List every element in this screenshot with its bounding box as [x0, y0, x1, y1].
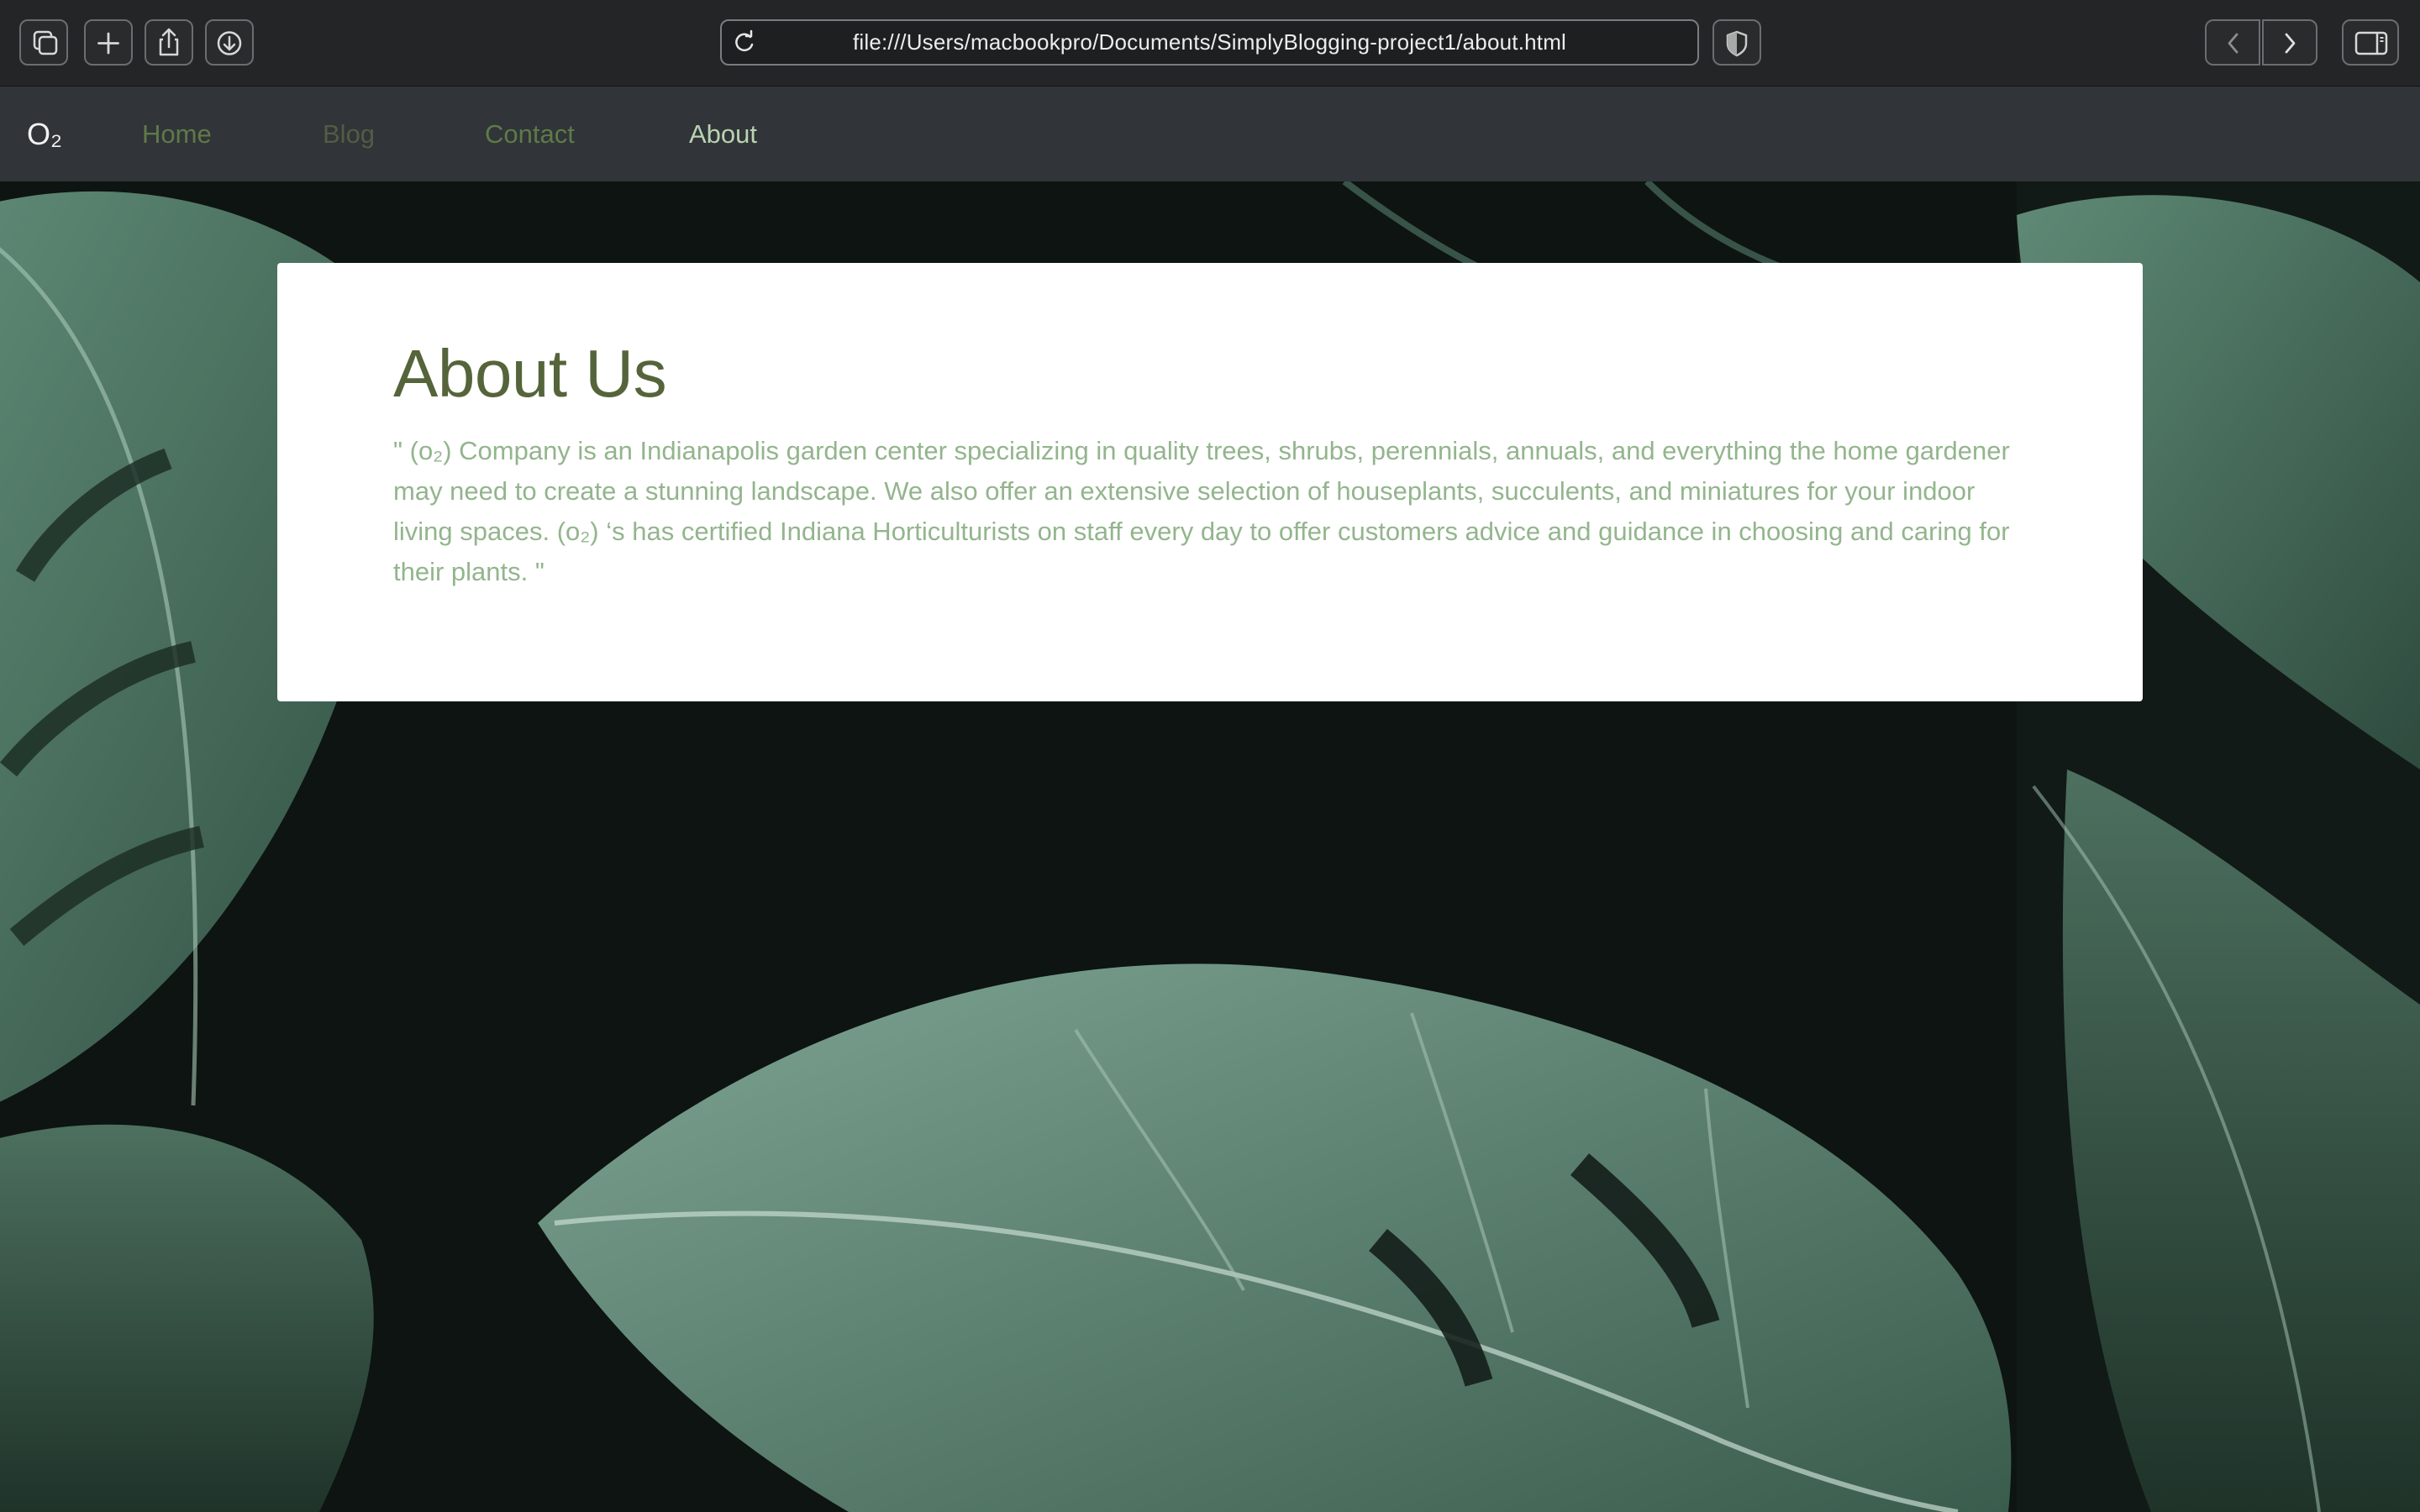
nav-link-blog[interactable]: Blog	[323, 87, 375, 181]
site-navbar: O₂ Home Blog Contact About	[0, 87, 2420, 181]
downloads-icon	[217, 31, 242, 55]
new-tab-button[interactable]	[84, 19, 133, 66]
privacy-shield-icon	[1726, 30, 1748, 57]
back-icon	[2228, 33, 2238, 54]
sidebar-button[interactable]	[2342, 19, 2399, 66]
tabs-overview-button[interactable]	[19, 19, 68, 66]
sidebar-icon	[2354, 31, 2388, 55]
tabs-overview-icon	[33, 30, 58, 55]
browser-toolbar: file:///Users/macbookpro/Documents/Simpl…	[0, 0, 2420, 87]
forward-icon	[2285, 33, 2296, 54]
back-button[interactable]	[2205, 19, 2260, 66]
about-card: About Us " (o₂) Company is an Indianapol…	[277, 263, 2143, 701]
about-body-text: " (o₂) Company is an Indianapolis garden…	[393, 436, 2010, 586]
nav-link-home[interactable]: Home	[142, 87, 212, 181]
nav-link-about[interactable]: About	[689, 87, 757, 181]
about-heading: About Us	[393, 336, 667, 411]
share-icon	[159, 28, 179, 56]
share-button[interactable]	[145, 19, 193, 66]
nav-link-contact[interactable]: Contact	[485, 87, 575, 181]
new-tab-icon	[97, 32, 119, 55]
forward-button[interactable]	[2262, 19, 2317, 66]
downloads-button[interactable]	[205, 19, 254, 66]
address-bar[interactable]: file:///Users/macbookpro/Documents/Simpl…	[720, 19, 1699, 66]
brand-logo[interactable]: O₂	[27, 87, 62, 181]
url-text: file:///Users/macbookpro/Documents/Simpl…	[852, 29, 1567, 55]
privacy-report-button[interactable]	[1712, 19, 1761, 66]
